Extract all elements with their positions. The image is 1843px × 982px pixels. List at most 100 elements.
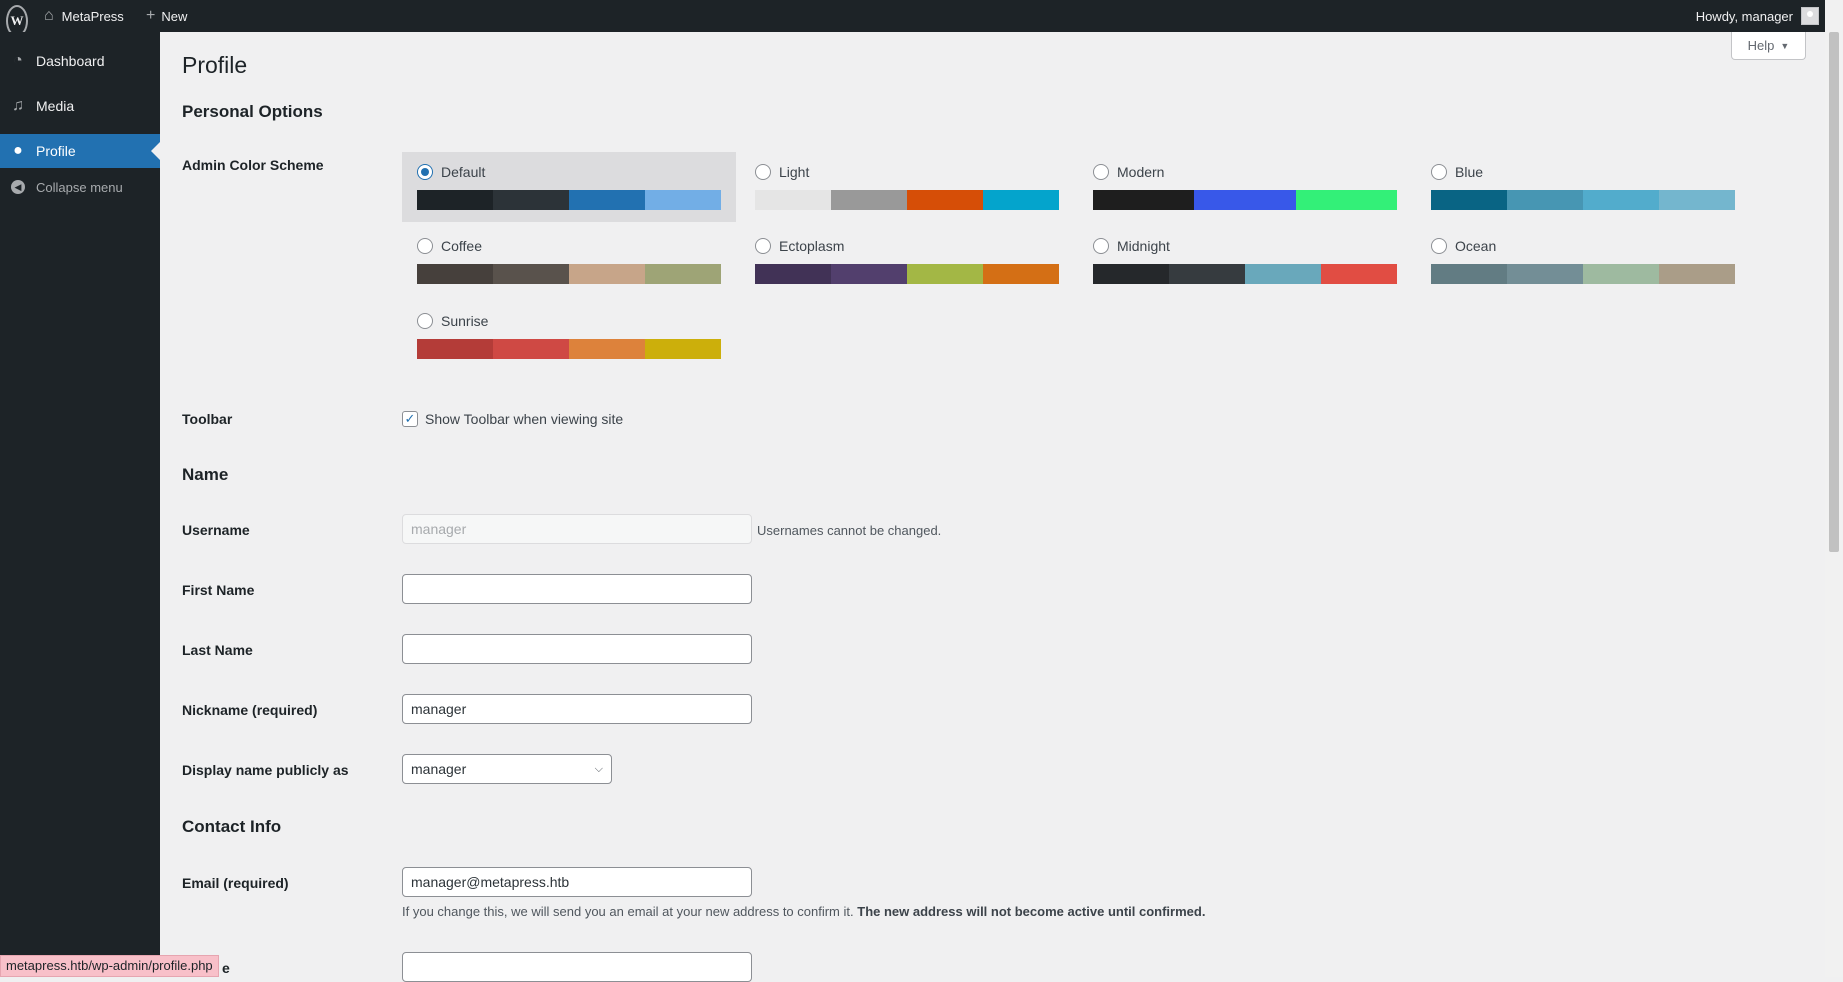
show-toolbar-checkbox[interactable]: ✓ [402,411,418,427]
color-scheme-option-ocean[interactable]: Ocean [1416,226,1750,296]
username-label: Username [182,522,250,538]
color-scheme-option-default[interactable]: Default [402,152,736,222]
collapse-icon: ◀ [0,180,36,194]
color-swatch [983,190,1059,210]
color-swatches [1093,190,1397,210]
color-swatch [907,264,983,284]
page-scrollbar[interactable] [1825,0,1843,977]
color-scheme-option-modern[interactable]: Modern [1078,152,1412,222]
color-swatch [1431,264,1507,284]
sidebar-item-dashboard[interactable]: ◔ Dashboard [0,44,160,78]
last-name-label: Last Name [182,642,253,658]
color-scheme-label-text: Sunrise [441,313,489,329]
color-scheme-radio[interactable] [417,164,433,180]
color-scheme-option-coffee[interactable]: Coffee [402,226,736,296]
color-scheme-option-sunrise[interactable]: Sunrise [402,301,736,371]
display-name-selected-value: manager [411,761,467,777]
color-scheme-label-text: Default [441,164,486,180]
collapse-menu-label: Collapse menu [36,179,123,195]
color-swatch [1583,264,1659,284]
admin-toolbar: W ⌂ MetaPress + New Howdy, manager [0,0,1843,37]
color-scheme-radio[interactable] [755,164,771,180]
color-swatch [1194,190,1296,210]
dashboard-icon: ◔ [13,52,23,69]
color-swatches [417,190,721,210]
color-swatch [1659,264,1735,284]
color-scheme-radio[interactable] [1431,164,1447,180]
display-name-label: Display name publicly as [182,762,349,778]
color-swatch [831,190,907,210]
color-scheme-label-text: Ocean [1455,238,1497,254]
collapse-menu-button[interactable]: ◀ Collapse menu [0,170,160,204]
color-swatch [417,339,493,359]
home-icon: ⌂ [44,7,54,24]
new-content-menu[interactable]: + New [146,0,187,32]
color-swatches [1431,264,1735,284]
site-name-link[interactable]: ⌂ MetaPress [44,0,124,32]
section-name: Name [182,465,229,484]
color-swatches [417,264,721,284]
color-swatch [493,190,569,210]
first-name-field[interactable] [402,574,752,604]
color-scheme-label: Admin Color Scheme [182,157,324,173]
help-button[interactable]: Help ▼ [1731,32,1806,60]
color-swatch [1659,190,1735,210]
color-swatch [417,190,493,210]
color-swatch [1093,264,1169,284]
color-scheme-option-midnight[interactable]: Midnight [1078,226,1412,296]
color-swatch [983,264,1059,284]
email-field[interactable] [402,867,752,897]
scrollbar-thumb[interactable] [1829,32,1839,552]
site-name-label: MetaPress [61,8,124,24]
color-scheme-label-text: Blue [1455,164,1484,180]
color-scheme-radio[interactable] [1093,238,1109,254]
color-scheme-radio[interactable] [417,238,433,254]
color-swatch [1507,190,1583,210]
website-field[interactable] [402,952,752,982]
color-scheme-label-text: Ectoplasm [779,238,845,254]
color-scheme-label-text: Light [779,164,810,180]
email-note: If you change this, we will send you an … [402,904,1205,919]
color-scheme-label-text: Coffee [441,238,482,254]
color-swatch [907,190,983,210]
color-swatches [755,264,1059,284]
color-swatches [1093,264,1397,284]
color-swatches [755,190,1059,210]
avatar [1801,7,1819,25]
nickname-field[interactable] [402,694,752,724]
color-swatch [1321,264,1397,284]
color-scheme-option-blue[interactable]: Blue [1416,152,1750,222]
color-swatches [1431,190,1735,210]
color-swatch [831,264,907,284]
first-name-label: First Name [182,582,255,598]
chevron-down-icon: ▼ [1780,40,1790,51]
nickname-label: Nickname (required) [182,702,318,718]
color-scheme-label-text: Modern [1117,164,1165,180]
sidebar-item-profile[interactable]: ● Profile [0,134,160,168]
page-title: Profile [182,52,248,78]
email-note-text: If you change this, we will send you an … [402,904,854,919]
sidebar-item-media[interactable]: ♫ Media [0,89,160,123]
new-content-label: New [161,8,188,24]
color-scheme-option-light[interactable]: Light [740,152,1074,222]
color-swatch [1093,190,1195,210]
toolbar-label: Toolbar [182,411,233,427]
sidebar-item-label: Dashboard [36,53,105,69]
color-swatch [1507,264,1583,284]
display-name-select[interactable]: manager ⌵ [402,754,612,784]
color-swatch [417,264,493,284]
color-swatch [755,264,831,284]
color-scheme-radio[interactable] [417,313,433,329]
color-scheme-radio[interactable] [755,238,771,254]
color-scheme-option-ectoplasm[interactable]: Ectoplasm [740,226,1074,296]
link-status-bar: metapress.htb/wp-admin/profile.php [0,955,219,977]
color-scheme-radio[interactable] [1093,164,1109,180]
my-account-menu[interactable]: Howdy, manager [1696,0,1819,32]
user-icon: ● [13,142,23,159]
media-icon: ♫ [12,97,24,114]
last-name-field[interactable] [402,634,752,664]
color-swatch [645,190,721,210]
color-scheme-radio[interactable] [1431,238,1447,254]
website-label: e [222,960,230,976]
color-swatch [1583,190,1659,210]
